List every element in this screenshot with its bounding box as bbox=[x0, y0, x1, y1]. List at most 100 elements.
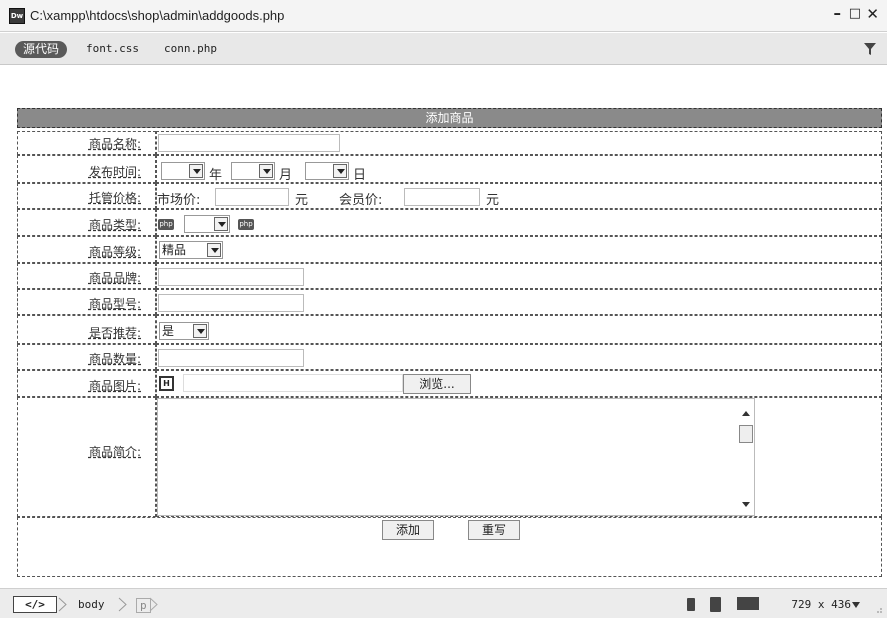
image-file-input[interactable] bbox=[183, 374, 403, 392]
year-select[interactable] bbox=[161, 162, 205, 180]
filter-icon[interactable] bbox=[863, 42, 877, 56]
label-cell: 发布时间: bbox=[17, 155, 156, 183]
related-file-conn-php[interactable]: conn.php bbox=[164, 42, 217, 55]
code-tag-button[interactable]: </> bbox=[13, 596, 57, 613]
minimize-button[interactable]: – bbox=[834, 4, 842, 22]
label-cell: 是否推荐: bbox=[17, 315, 156, 344]
scroll-up-icon[interactable] bbox=[742, 411, 750, 416]
scroll-down-icon[interactable] bbox=[742, 502, 750, 507]
value-cell: 市场价: 元 会员价: 元 bbox=[156, 183, 882, 209]
crumb-separator-icon bbox=[118, 597, 127, 612]
mobile-icon[interactable] bbox=[687, 598, 695, 611]
field-label: 托管价格: bbox=[88, 191, 141, 205]
row-goods-name: 商品名称: bbox=[17, 131, 882, 155]
row-category: 商品类型: php php bbox=[17, 209, 882, 236]
php-code-icon[interactable]: php bbox=[238, 219, 254, 230]
design-view[interactable]: 添加商品 商品名称: 发布时间: 年 月 日 托管价格: 市场价: 元 会员价:… bbox=[0, 66, 887, 586]
close-button[interactable]: ✕ bbox=[866, 5, 879, 23]
hidden-field-icon[interactable]: H bbox=[159, 376, 174, 391]
value-cell: 是 bbox=[156, 315, 882, 344]
row-intro: 商品简介: bbox=[17, 397, 882, 517]
resize-grip-icon[interactable] bbox=[873, 604, 883, 614]
market-price-input[interactable] bbox=[215, 188, 289, 206]
window-size-readout[interactable]: 729 x 436 bbox=[791, 598, 851, 611]
label-cell: 商品数量: bbox=[17, 344, 156, 370]
grade-value: 精品 bbox=[162, 243, 187, 257]
quantity-input[interactable] bbox=[158, 349, 304, 367]
label-cell: 商品品牌: bbox=[17, 263, 156, 289]
field-label: 商品简介: bbox=[88, 445, 141, 459]
row-model: 商品型号: bbox=[17, 289, 882, 315]
grade-select[interactable]: 精品 bbox=[159, 241, 223, 259]
member-price-unit: 元 bbox=[486, 193, 500, 208]
row-recommend: 是否推荐: 是 bbox=[17, 315, 882, 344]
field-label: 商品名称: bbox=[88, 137, 141, 151]
related-files-toolbar: 源代码 font.css conn.php bbox=[0, 33, 887, 65]
php-code-icon[interactable]: php bbox=[158, 219, 174, 230]
goods-name-input[interactable] bbox=[158, 134, 340, 152]
row-image: 商品图片: H 浏览... bbox=[17, 370, 882, 397]
market-price-unit: 元 bbox=[295, 193, 309, 208]
chevron-down-icon bbox=[259, 164, 273, 178]
field-label: 商品等级: bbox=[88, 245, 141, 259]
tag-selector-body[interactable]: body bbox=[78, 598, 105, 611]
value-cell: 精品 bbox=[156, 236, 882, 263]
member-price-label: 会员价: bbox=[339, 193, 383, 208]
value-cell bbox=[156, 289, 882, 315]
scrollbar-thumb[interactable] bbox=[739, 425, 753, 443]
window-title: C:\xampp\htdocs\shop\admin\addgoods.php bbox=[30, 8, 285, 23]
value-cell bbox=[156, 131, 882, 155]
model-input[interactable] bbox=[158, 294, 304, 312]
value-cell: php php bbox=[156, 209, 882, 236]
crumb-separator-icon bbox=[149, 597, 158, 612]
chevron-down-icon bbox=[214, 217, 228, 231]
year-unit: 年 bbox=[209, 168, 223, 183]
category-select[interactable] bbox=[184, 215, 230, 233]
label-cell: 托管价格: bbox=[17, 183, 156, 209]
day-unit: 日 bbox=[353, 168, 367, 183]
source-code-button[interactable]: 源代码 bbox=[15, 41, 68, 58]
value-cell bbox=[156, 344, 882, 370]
field-label: 商品品牌: bbox=[88, 271, 141, 285]
field-label: 商品类型: bbox=[88, 218, 141, 232]
related-file-font-css[interactable]: font.css bbox=[86, 42, 139, 55]
row-actions: 添加 重写 bbox=[17, 517, 882, 577]
day-select[interactable] bbox=[305, 162, 349, 180]
crumb-separator-icon bbox=[58, 597, 67, 612]
tablet-icon[interactable] bbox=[710, 597, 721, 612]
form-header: 添加商品 bbox=[17, 108, 882, 128]
title-bar: Dw C:\xampp\htdocs\shop\admin\addgoods.p… bbox=[0, 0, 887, 32]
field-label: 商品型号: bbox=[88, 297, 141, 311]
intro-textarea[interactable] bbox=[157, 398, 755, 516]
member-price-input[interactable] bbox=[404, 188, 480, 206]
field-label: 商品数量: bbox=[88, 352, 141, 366]
label-cell: 商品简介: bbox=[17, 397, 156, 517]
chevron-down-icon bbox=[207, 243, 221, 257]
label-cell: 商品型号: bbox=[17, 289, 156, 315]
value-cell: H 浏览... bbox=[156, 370, 882, 397]
row-grade: 商品等级: 精品 bbox=[17, 236, 882, 263]
market-price-label: 市场价: bbox=[157, 193, 201, 208]
recommend-value: 是 bbox=[162, 324, 175, 338]
label-cell: 商品名称: bbox=[17, 131, 156, 155]
brand-input[interactable] bbox=[158, 268, 304, 286]
dw-app-icon: Dw bbox=[9, 8, 25, 24]
row-publish-time: 发布时间: 年 月 日 bbox=[17, 155, 882, 183]
submit-button[interactable]: 添加 bbox=[382, 520, 434, 540]
label-cell: 商品类型: bbox=[17, 209, 156, 236]
value-cell bbox=[156, 397, 882, 517]
chevron-down-icon bbox=[333, 164, 347, 178]
desktop-icon[interactable] bbox=[737, 597, 759, 610]
chevron-down-icon bbox=[193, 324, 207, 338]
field-label: 是否推荐: bbox=[88, 326, 141, 340]
reset-button[interactable]: 重写 bbox=[468, 520, 520, 540]
recommend-select[interactable]: 是 bbox=[159, 322, 209, 340]
field-label: 发布时间: bbox=[88, 165, 141, 179]
status-bar: </> body p 729 x 436 bbox=[0, 588, 887, 618]
maximize-button[interactable]: □ bbox=[849, 6, 861, 21]
browse-button[interactable]: 浏览... bbox=[403, 374, 471, 394]
month-unit: 月 bbox=[279, 168, 293, 183]
value-cell bbox=[156, 263, 882, 289]
chevron-down-icon[interactable] bbox=[852, 602, 860, 608]
month-select[interactable] bbox=[231, 162, 275, 180]
